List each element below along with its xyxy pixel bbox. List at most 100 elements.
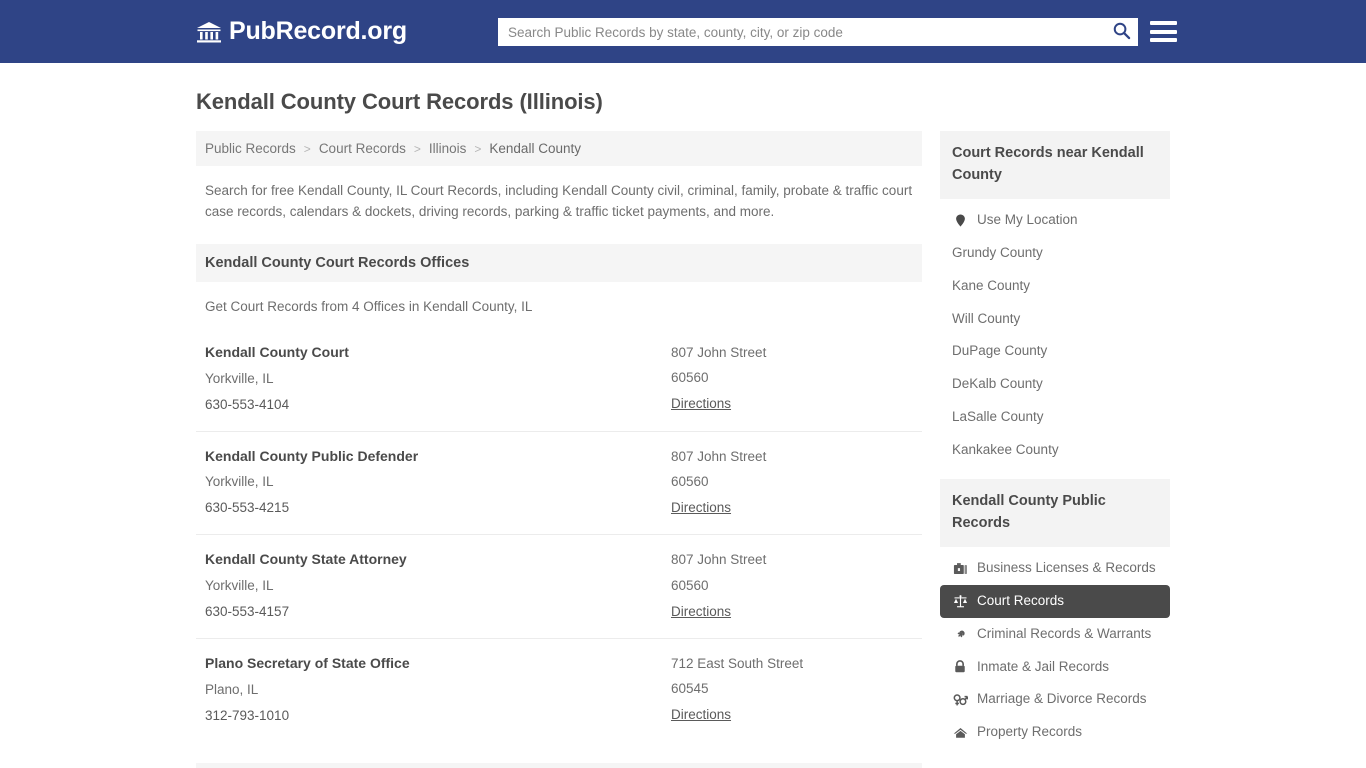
office-details: Kendall County Court Yorkville, IL 630-5… (205, 340, 671, 418)
breadcrumb-item-illinois[interactable]: Illinois (429, 141, 467, 156)
hamburger-bar-1 (1150, 21, 1177, 25)
search-button[interactable] (1104, 18, 1138, 46)
sidebar-item-label: Will County (952, 310, 1021, 326)
breadcrumb-item-court-records[interactable]: Court Records (319, 141, 406, 156)
sidebar-item-marriage-divorce-records[interactable]: Marriage & Divorce Records (940, 683, 1170, 716)
site-header: PubRecord.org (0, 0, 1366, 63)
sidebar-item-label: LaSalle County (952, 409, 1044, 425)
breadcrumb-item-public-records[interactable]: Public Records (205, 141, 296, 156)
sidebar-item-label: Property Records (977, 724, 1083, 740)
office-row: Plano Secretary of State Office Plano, I… (196, 639, 922, 742)
office-street: 807 John Street (671, 552, 767, 568)
office-city-state: Yorkville, IL (205, 474, 274, 490)
sidebar-item-label: Grundy County (952, 244, 1043, 260)
page-body: Kendall County Court Records (Illinois) … (0, 89, 1366, 768)
sidebar-heading-public-records: Kendall County Public Records (940, 478, 1170, 547)
office-row: Kendall County Public Defender Yorkville… (196, 432, 922, 536)
office-address: 807 John Street 60560 Directions (671, 444, 913, 522)
sidebar-item-kankakee-county[interactable]: Kankakee County (940, 434, 1170, 467)
content-columns: Public Records > Court Records > Illinoi… (196, 131, 1170, 768)
sidebar: Court Records near Kendall County Use My… (940, 131, 1170, 768)
office-zip: 60545 (671, 681, 709, 697)
sidebar-nearby-list: Use My Location Grundy County Kane Count… (940, 199, 1170, 467)
breadcrumb-separator-2: > (413, 141, 421, 156)
site-brand-name: PubRecord.org (229, 17, 407, 45)
office-directions-link[interactable]: Directions (671, 495, 731, 521)
office-name: Kendall County Public Defender (205, 447, 419, 464)
sidebar-item-court-records[interactable]: Court Records (940, 584, 1170, 618)
offices-section-heading: Kendall County Court Records Offices (196, 243, 922, 282)
sidebar-card-nearby: Court Records near Kendall County Use My… (940, 131, 1170, 467)
sidebar-item-criminal-records[interactable]: Criminal Records & Warrants (940, 618, 1170, 651)
briefcase-icon (952, 560, 968, 576)
office-street: 807 John Street (671, 344, 767, 360)
breadcrumb: Public Records > Court Records > Illinoi… (196, 131, 922, 166)
office-directions-link[interactable]: Directions (671, 702, 731, 728)
office-details: Plano Secretary of State Office Plano, I… (205, 651, 671, 729)
sidebar-item-label: DeKalb County (952, 376, 1043, 392)
sidebar-item-label: Kane County (952, 277, 1031, 293)
office-street: 807 John Street (671, 448, 767, 464)
hamburger-menu-button[interactable] (1150, 19, 1177, 44)
search-icon (1112, 21, 1131, 43)
bank-icon (196, 20, 222, 44)
sidebar-item-business-licenses[interactable]: Business Licenses & Records (940, 552, 1170, 585)
office-city-state: Plano, IL (205, 681, 259, 697)
sidebar-item-inmate-jail-records[interactable]: Inmate & Jail Records (940, 651, 1170, 684)
office-phone-link[interactable]: 630-553-4215 (205, 500, 289, 515)
sidebar-item-label: Kankakee County (952, 442, 1059, 458)
breadcrumb-item-kendall-county: Kendall County (489, 141, 581, 156)
hamburger-bar-2 (1150, 29, 1177, 34)
sidebar-item-kane-county[interactable]: Kane County (940, 270, 1170, 303)
sidebar-item-label: Court Records (977, 592, 1065, 608)
sidebar-public-records-list: Business Licenses & Records Court Record… (940, 547, 1170, 749)
sidebar-item-label: Criminal Records & Warrants (977, 625, 1152, 641)
scales-of-justice-icon (952, 593, 968, 609)
office-details: Kendall County Public Defender Yorkville… (205, 444, 671, 522)
sidebar-item-label: Marriage & Divorce Records (977, 691, 1147, 707)
breadcrumb-separator-3: > (474, 141, 482, 156)
office-name: Kendall County State Attorney (205, 551, 407, 568)
office-phone-link[interactable]: 630-553-4157 (205, 604, 289, 619)
office-phone-link[interactable]: 630-553-4104 (205, 397, 289, 412)
office-phone-link[interactable]: 312-793-1010 (205, 708, 289, 723)
site-logo-link[interactable]: PubRecord.org (196, 19, 407, 44)
lock-icon (952, 659, 968, 675)
office-name: Plano Secretary of State Office (205, 654, 410, 671)
search-input[interactable] (498, 18, 1104, 46)
office-row: Kendall County State Attorney Yorkville,… (196, 535, 922, 639)
house-icon (952, 725, 968, 741)
handcuffs-icon (952, 626, 968, 642)
office-street: 712 East South Street (671, 655, 804, 671)
office-zip: 60560 (671, 370, 709, 386)
office-directions-link[interactable]: Directions (671, 391, 731, 417)
hamburger-bar-3 (1150, 38, 1177, 42)
map-pin-icon (952, 212, 968, 228)
office-zip: 60560 (671, 577, 709, 593)
sidebar-item-lasalle-county[interactable]: LaSalle County (940, 401, 1170, 434)
sidebar-item-dupage-county[interactable]: DuPage County (940, 335, 1170, 368)
main-column: Public Records > Court Records > Illinoi… (196, 131, 922, 768)
office-directions-link[interactable]: Directions (671, 599, 731, 625)
sidebar-item-property-records[interactable]: Property Records (940, 716, 1170, 749)
sidebar-item-grundy-county[interactable]: Grundy County (940, 237, 1170, 270)
office-address: 807 John Street 60560 Directions (671, 340, 913, 418)
offices-list: Kendall County Court Yorkville, IL 630-5… (196, 328, 922, 742)
sidebar-item-label: Business Licenses & Records (977, 559, 1156, 575)
sidebar-card-public-records: Kendall County Public Records Business L… (940, 478, 1170, 749)
office-row: Kendall County Court Yorkville, IL 630-5… (196, 328, 922, 432)
office-details: Kendall County State Attorney Yorkville,… (205, 547, 671, 625)
sidebar-heading-nearby: Court Records near Kendall County (940, 131, 1170, 199)
office-address: 712 East South Street 60545 Directions (671, 651, 913, 729)
office-name: Kendall County Court (205, 343, 349, 360)
office-address: 807 John Street 60560 Directions (671, 547, 913, 625)
sidebar-item-dekalb-county[interactable]: DeKalb County (940, 368, 1170, 401)
sidebar-item-will-county[interactable]: Will County (940, 303, 1170, 336)
offices-section-note: Get Court Records from 4 Offices in Kend… (205, 298, 533, 314)
office-zip: 60560 (671, 473, 709, 489)
breadcrumb-separator-1: > (303, 141, 311, 156)
gender-symbols-icon (952, 692, 968, 708)
databases-section-heading: Kendall County Court Records Databases (196, 762, 922, 768)
page-title: Kendall County Court Records (Illinois) (196, 89, 603, 114)
sidebar-item-use-my-location[interactable]: Use My Location (940, 204, 1170, 237)
